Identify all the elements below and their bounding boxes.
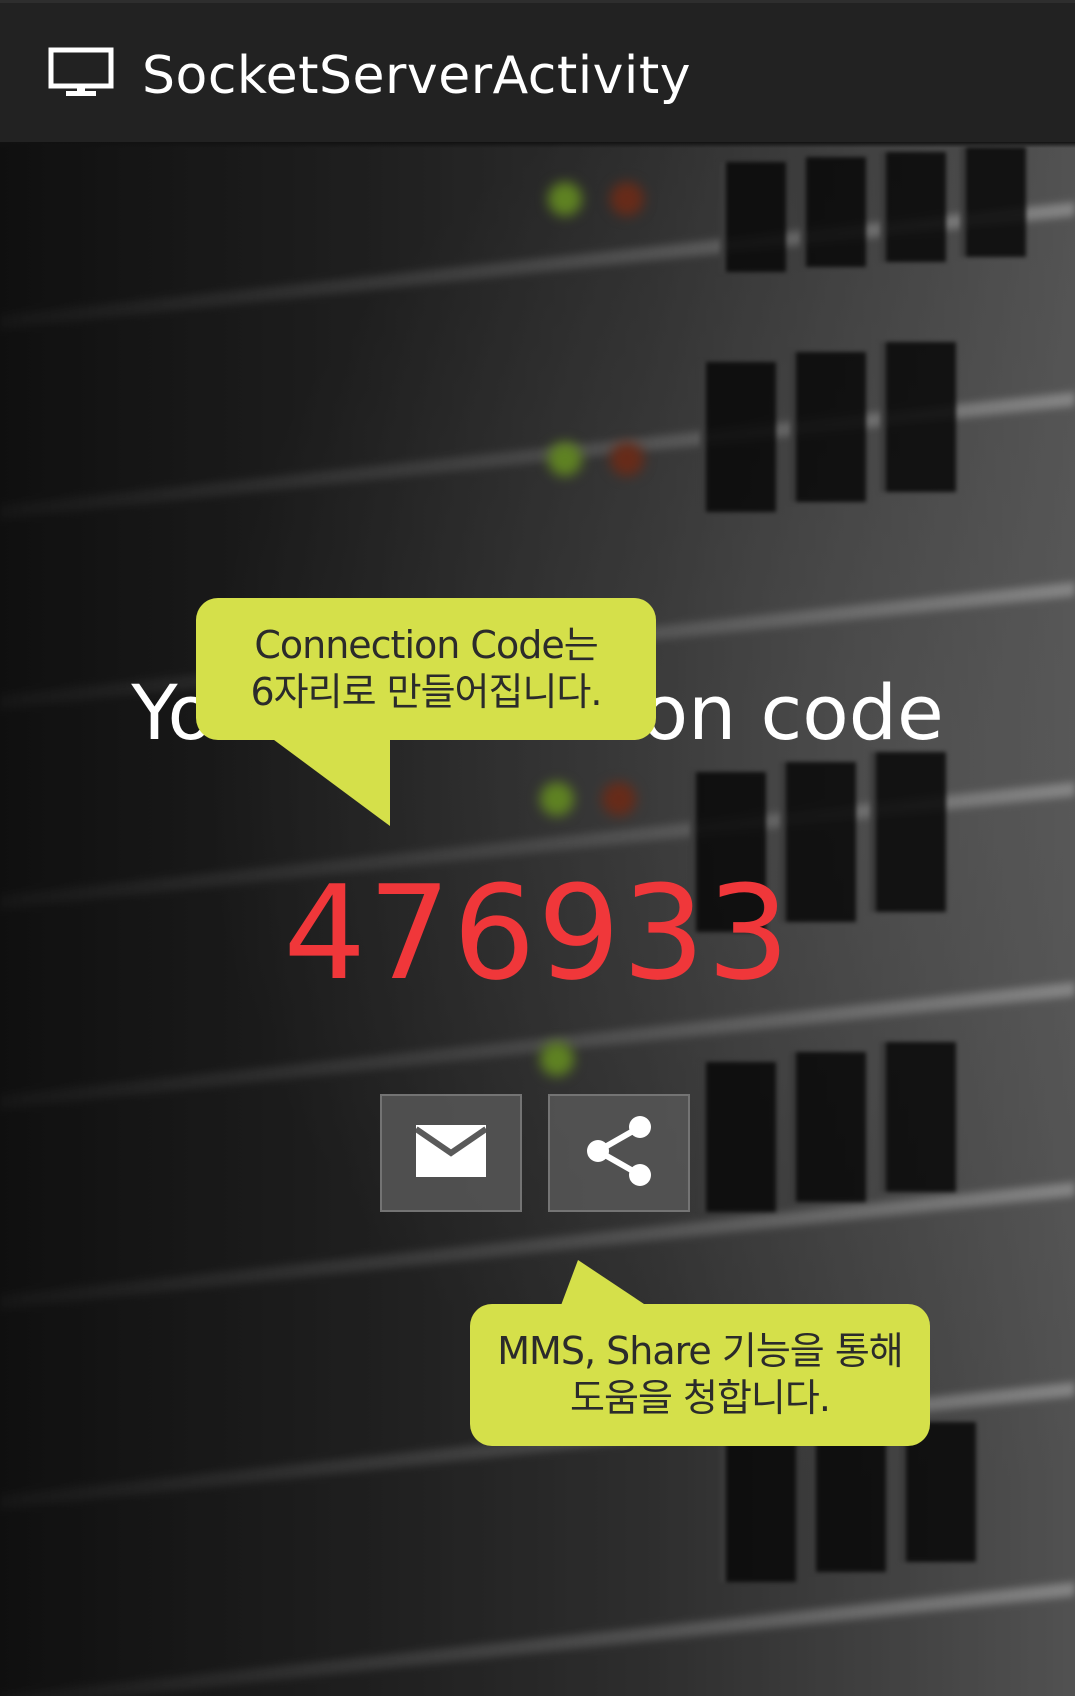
- tooltip-line: 6자리로 만들어집니다.: [250, 670, 603, 714]
- monitor-icon: [48, 47, 114, 101]
- action-bar-shadow: [0, 142, 1075, 148]
- share-tooltip: MMS, Share 기능을 통해 도움을 청합니다.: [470, 1260, 930, 1446]
- tooltip-pointer: [266, 734, 390, 826]
- action-bar: SocketServerActivity: [0, 0, 1075, 142]
- app-title: SocketServerActivity: [142, 46, 692, 106]
- connection-code-value: 476933: [283, 857, 792, 1009]
- mail-icon: [414, 1125, 488, 1181]
- screen: SocketServerActivity Your connection cod…: [0, 0, 1075, 1696]
- share-icon: [584, 1115, 654, 1191]
- tooltip-line: Connection Code는: [254, 623, 598, 667]
- tooltip-pointer: [560, 1260, 650, 1308]
- connection-code-tooltip: Connection Code는 6자리로 만들어집니다.: [196, 598, 656, 826]
- mms-button[interactable]: [380, 1094, 522, 1212]
- share-button[interactable]: [548, 1094, 690, 1212]
- tooltip-line: MMS, Share 기능을 통해: [497, 1329, 903, 1373]
- tooltip-line: 도움을 청합니다.: [570, 1376, 831, 1420]
